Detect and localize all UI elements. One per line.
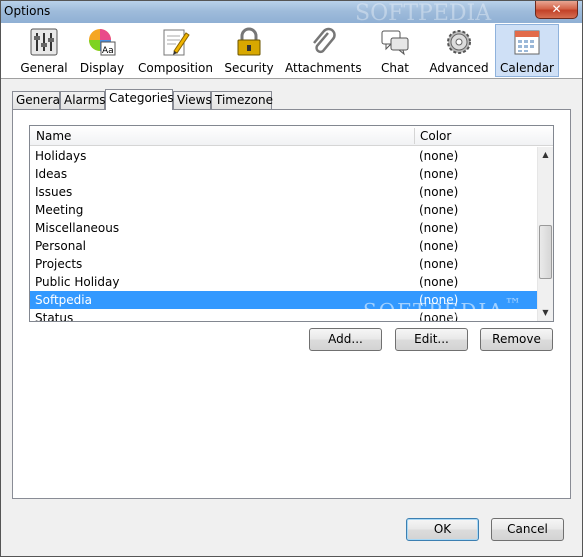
toolbar-label: Chat bbox=[380, 61, 410, 75]
list-item[interactable]: Meeting (none) bbox=[30, 201, 538, 219]
tab-general[interactable]: General bbox=[12, 91, 63, 109]
calendar-icon bbox=[512, 27, 542, 57]
list-item[interactable]: Issues (none) bbox=[30, 183, 538, 201]
toolbar-display-button[interactable]: Aa Display bbox=[78, 25, 126, 77]
remove-button[interactable]: Remove bbox=[480, 328, 553, 351]
list-header: Name Color bbox=[30, 126, 553, 146]
toolbar-chat-button[interactable]: Chat bbox=[375, 25, 415, 77]
column-header-color[interactable]: Color bbox=[420, 129, 451, 143]
close-button[interactable]: ✕ bbox=[535, 1, 578, 19]
sliders-icon bbox=[29, 27, 59, 57]
edit-button[interactable]: Edit... bbox=[395, 328, 468, 351]
list-item[interactable]: Personal (none) bbox=[30, 237, 538, 255]
toolbar-composition-button[interactable]: Composition bbox=[138, 25, 213, 77]
tab-alarms[interactable]: Alarms bbox=[60, 91, 106, 109]
close-icon: ✕ bbox=[551, 2, 562, 16]
window-title: Options bbox=[4, 4, 51, 18]
toolbar-label: Display bbox=[79, 61, 125, 75]
column-header-name[interactable]: Name bbox=[36, 129, 71, 143]
add-button[interactable]: Add... bbox=[309, 328, 382, 351]
display-icon: Aa bbox=[87, 27, 117, 57]
scroll-down-icon[interactable]: ▼ bbox=[538, 305, 553, 321]
pencil-paper-icon bbox=[160, 27, 190, 57]
svg-text:Aa: Aa bbox=[102, 46, 114, 56]
preferences-toolbar: General Aa Display Composition Security bbox=[1, 23, 582, 79]
padlock-icon bbox=[234, 27, 264, 57]
list-item[interactable]: Holidays (none) bbox=[30, 147, 538, 165]
ok-button[interactable]: OK bbox=[406, 518, 479, 541]
toolbar-attachments-button[interactable]: Attachments bbox=[285, 25, 362, 77]
tab-categories[interactable]: Categories bbox=[105, 89, 174, 110]
list-item[interactable]: Ideas (none) bbox=[30, 165, 538, 183]
toolbar-calendar-button[interactable]: Calendar bbox=[495, 24, 559, 77]
toolbar-advanced-button[interactable]: Advanced bbox=[429, 25, 489, 77]
list-item[interactable]: Status (none) bbox=[30, 309, 538, 321]
toolbar-label: Advanced bbox=[429, 61, 489, 75]
toolbar-security-button[interactable]: Security bbox=[223, 25, 275, 77]
toolbar-label: Security bbox=[224, 61, 274, 75]
list-item[interactable]: Miscellaneous (none) bbox=[30, 219, 538, 237]
toolbar-general-button[interactable]: General bbox=[20, 25, 68, 77]
list-scrollbar[interactable]: ▲ ▼ bbox=[537, 147, 553, 321]
categories-panel: Name Color Holidays (none) Ideas (none) Is… bbox=[12, 109, 571, 499]
tab-timezone[interactable]: Timezone bbox=[211, 91, 273, 109]
list-item-selected[interactable]: Softpedia (none) bbox=[30, 291, 538, 309]
list-rows: Holidays (none) Ideas (none) Issues (none) … bbox=[30, 147, 538, 321]
chat-bubbles-icon bbox=[380, 27, 410, 57]
gear-icon bbox=[444, 27, 474, 57]
list-item[interactable]: Projects (none) bbox=[30, 255, 538, 273]
toolbar-label: Calendar bbox=[500, 61, 554, 75]
cancel-button[interactable]: Cancel bbox=[491, 518, 564, 541]
scroll-up-icon[interactable]: ▲ bbox=[538, 147, 553, 163]
list-item[interactable]: Public Holiday (none) bbox=[30, 273, 538, 291]
title-bar[interactable]: Options SOFTPEDIA ✕ bbox=[1, 1, 582, 26]
tab-views[interactable]: Views bbox=[173, 91, 212, 109]
categories-list[interactable]: Name Color Holidays (none) Ideas (none) Is… bbox=[29, 125, 554, 322]
column-separator[interactable] bbox=[414, 128, 415, 144]
scroll-thumb[interactable] bbox=[539, 225, 552, 279]
paperclip-icon bbox=[308, 27, 338, 57]
options-window: Options SOFTPEDIA ✕ General Aa Display C… bbox=[0, 0, 583, 557]
toolbar-label: Composition bbox=[138, 61, 213, 75]
toolbar-label: General bbox=[20, 61, 68, 75]
toolbar-label: Attachments bbox=[285, 61, 362, 75]
